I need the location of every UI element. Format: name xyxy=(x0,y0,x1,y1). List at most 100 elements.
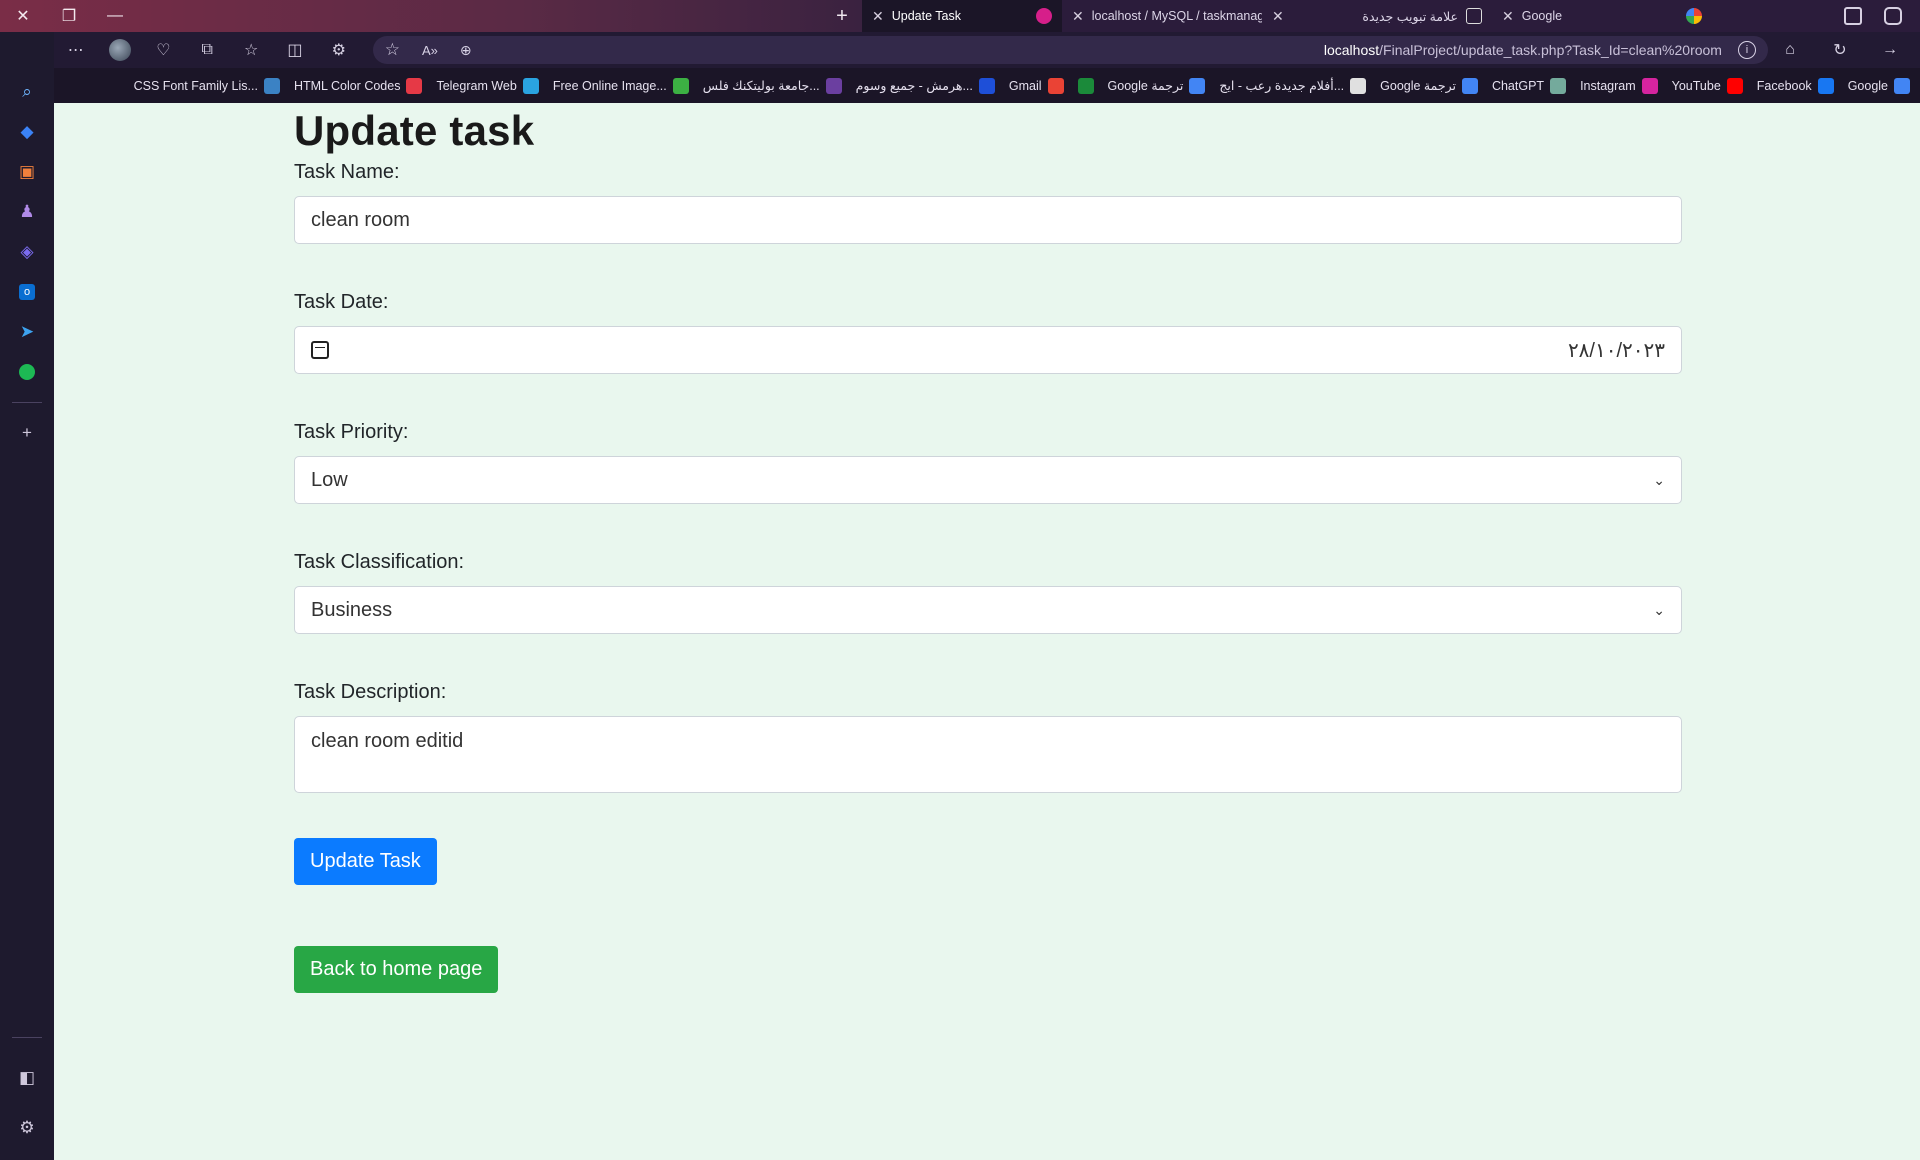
bookmark-item[interactable]: CSS Font Family Lis... xyxy=(133,77,280,94)
chevron-down-icon: ⌄ xyxy=(1653,601,1665,618)
bookmark-item[interactable]: Free Online Image... xyxy=(553,77,689,94)
task-classification-value: Business xyxy=(311,598,393,621)
performance-icon[interactable]: ♡ xyxy=(142,32,186,68)
update-button-row: Update Task xyxy=(294,838,1682,885)
bookmark-item[interactable]: Facebook xyxy=(1757,77,1834,94)
forward-icon[interactable]: → xyxy=(1868,32,1912,68)
restore-window-icon[interactable]: ❐ xyxy=(46,0,92,32)
drop-icon[interactable]: ➤ xyxy=(9,312,45,352)
close-tab-icon[interactable]: ✕ xyxy=(872,8,884,25)
tab-google[interactable]: ✕ Google xyxy=(1492,0,1712,32)
bookmark-label: أفلام جديدة رعب - ايج... xyxy=(1219,79,1345,93)
tab-title: علامة تبويب جديدة xyxy=(1362,9,1458,24)
window-right-controls xyxy=(1844,7,1920,25)
tab-update-task[interactable]: ✕ Update Task xyxy=(862,0,1062,32)
calendar-icon[interactable] xyxy=(311,341,329,359)
shopping-tag-icon[interactable]: ◆ xyxy=(9,112,45,152)
close-tab-icon[interactable]: ✕ xyxy=(1072,8,1084,25)
close-window-icon[interactable]: ✕ xyxy=(0,0,46,32)
tab-actions-icon[interactable] xyxy=(1844,7,1862,25)
task-description-textarea[interactable]: clean room editid xyxy=(294,716,1682,793)
task-classification-label: Task Classification: xyxy=(294,551,465,573)
bookmark-item[interactable]: Gmail xyxy=(1008,77,1064,94)
bookmark-label: Google ترجمة xyxy=(1107,79,1184,93)
add-sidebar-app-icon[interactable]: + xyxy=(9,413,45,453)
workspaces-icon[interactable] xyxy=(1884,7,1902,25)
bookmark-item[interactable]: ChatGPT xyxy=(1492,77,1567,94)
site-info-icon[interactable]: i xyxy=(1737,41,1756,59)
home-icon[interactable]: ⌂ xyxy=(1768,32,1812,68)
url-text[interactable]: localhost/FinalProject/update_task.php?T… xyxy=(1324,42,1722,58)
google-icon xyxy=(1686,8,1702,24)
url-host: localhost xyxy=(1323,42,1380,58)
task-date-value: ٢٨/١٠/٢٠٢٣ xyxy=(1567,339,1665,362)
image-icon xyxy=(672,77,689,94)
new-tab-page-icon xyxy=(1466,8,1482,24)
update-task-button[interactable]: Update Task xyxy=(294,838,437,885)
browser-tab-strip: ✕ ❐ — + ✕ Update Task ✕ localhost / MySQ… xyxy=(0,0,1920,32)
edge-sidebar: ⌕ ◆ ▣ ♟ ◈ o ➤ + ◧ ⚙ xyxy=(0,32,54,1160)
university-icon xyxy=(825,77,842,94)
task-name-group: Task Name: clean room xyxy=(294,161,1682,244)
close-tab-icon[interactable]: ✕ xyxy=(1272,8,1284,25)
spotify-icon[interactable] xyxy=(9,352,45,392)
bookmark-item[interactable]: Telegram Web xyxy=(436,77,539,94)
task-name-input[interactable]: clean room xyxy=(294,196,1682,244)
new-tab-button[interactable]: + xyxy=(822,0,862,32)
address-bar[interactable]: ☆ A» ⊕ localhost/FinalProject/update_tas… xyxy=(372,36,1768,64)
bookmark-label: CSS Font Family Lis... xyxy=(133,78,258,93)
gmail-icon xyxy=(1047,77,1064,94)
bookmark-label: Google ترجمة xyxy=(1380,79,1456,93)
window-controls: ✕ ❐ — + xyxy=(0,0,862,32)
collections-icon[interactable]: ⧉ xyxy=(185,32,229,68)
close-tab-icon[interactable]: ✕ xyxy=(1502,8,1514,25)
split-screen-icon[interactable]: ◫ xyxy=(273,32,317,68)
task-priority-group: Task Priority: Low ⌄ xyxy=(294,421,1682,504)
zoom-icon[interactable]: ⊕ xyxy=(460,42,472,59)
minimize-window-icon[interactable]: — xyxy=(92,0,138,32)
task-classification-select[interactable]: Business ⌄ xyxy=(294,586,1682,634)
outlook-icon[interactable]: o xyxy=(9,272,45,312)
bookmark-item[interactable]: Instagram xyxy=(1580,77,1658,94)
tab-title: Update Task xyxy=(891,9,961,23)
profile-avatar[interactable] xyxy=(98,32,142,68)
settings-gear-icon[interactable]: ⚙ xyxy=(9,1108,45,1148)
bookmark-item[interactable]: Google ترجمة xyxy=(1107,77,1206,94)
update-task-form: Update task Task Name: clean room Task D… xyxy=(294,103,1682,993)
instagram-icon xyxy=(1641,77,1658,94)
bookmark-item[interactable]: هرمش - جميع وسوم... xyxy=(856,77,995,94)
back-to-home-button[interactable]: Back to home page xyxy=(294,946,499,993)
bookmark-item[interactable]: YouTube xyxy=(1672,77,1743,94)
sidebar-divider xyxy=(12,1037,42,1038)
bookmark-label: Gmail xyxy=(1008,78,1042,93)
games-icon[interactable]: ♟ xyxy=(9,192,45,232)
read-aloud-icon[interactable]: A» xyxy=(422,43,438,58)
bookmark-item[interactable]: أفلام جديدة رعب - ايج... xyxy=(1219,77,1367,94)
bookmark-label: HTML Color Codes xyxy=(293,78,401,93)
bookmark-item[interactable]: HTML Color Codes xyxy=(293,77,423,94)
facebook-icon xyxy=(1817,77,1834,94)
hide-sidebar-icon[interactable]: ◧ xyxy=(9,1058,45,1098)
favorites-icon[interactable]: ☆ xyxy=(229,32,273,68)
bookmark-item[interactable]: Google ترجمة xyxy=(1380,77,1478,94)
extensions-icon[interactable]: ⚙ xyxy=(317,32,361,68)
refresh-icon[interactable]: ↻ xyxy=(1818,32,1862,68)
bookmark-item[interactable]: Google xyxy=(1848,77,1910,94)
task-name-label: Task Name: xyxy=(294,161,400,183)
bookmark-item[interactable]: جامعة بوليتكنك فلس... xyxy=(703,77,842,94)
microsoft-365-icon[interactable]: ◈ xyxy=(9,232,45,272)
tab-new-tab[interactable]: ✕ علامة تبويب جديدة xyxy=(1262,0,1492,32)
page-title: Update task xyxy=(294,107,535,154)
sidebar-divider xyxy=(12,402,42,403)
task-priority-select[interactable]: Low ⌄ xyxy=(294,456,1682,504)
movie-icon xyxy=(1350,77,1367,94)
more-options-icon[interactable]: ⋯ xyxy=(54,32,98,68)
tools-briefcase-icon[interactable]: ▣ xyxy=(9,152,45,192)
bookmark-label: Instagram xyxy=(1580,78,1636,93)
tab-phpmyadmin[interactable]: ✕ localhost / MySQL / taskmanagm xyxy=(1062,0,1262,32)
task-date-input[interactable]: ٢٨/١٠/٢٠٢٣ xyxy=(294,326,1682,374)
add-favorite-icon[interactable]: ☆ xyxy=(385,40,400,60)
search-icon[interactable]: ⌕ xyxy=(9,72,45,112)
task-description-value: clean room editid xyxy=(311,730,464,752)
bookmark-item[interactable] xyxy=(1077,77,1094,94)
